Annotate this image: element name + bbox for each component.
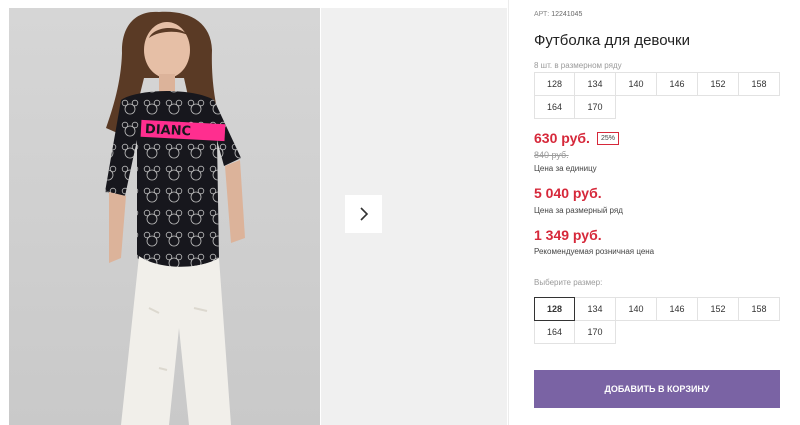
next-image-button[interactable] [345, 195, 382, 233]
size-picker: 128 134 140 146 152 158 164 170 [534, 297, 781, 344]
size-option-146[interactable]: 146 [656, 297, 698, 321]
pack-size-cell: 158 [738, 72, 780, 96]
pack-price-caption: Цена за размерный ряд [534, 206, 623, 215]
pack-size-cell: 128 [534, 72, 575, 96]
article-label: АРТ: [534, 11, 550, 18]
size-option-140[interactable]: 140 [615, 297, 657, 321]
article-number: АРТ: 12241045 [534, 11, 582, 18]
size-option-170[interactable]: 170 [574, 320, 616, 344]
pack-note: 8 шт. в размерном ряду [534, 61, 622, 70]
product-photo[interactable]: DIANC [9, 8, 320, 425]
retail-price: 1 349 руб. [534, 227, 602, 243]
pack-size-cell: 164 [534, 95, 575, 119]
pack-size-grid: 128 134 140 146 152 158 164 170 [534, 72, 781, 119]
pack-price: 5 040 руб. [534, 185, 602, 201]
unit-price: 630 руб. [534, 130, 590, 146]
discount-badge: 25% [596, 131, 619, 145]
size-option-158[interactable]: 158 [738, 297, 780, 321]
article-value: 12241045 [551, 11, 583, 18]
retail-price-caption: Рекомендуемая розничная цена [534, 247, 655, 256]
old-price: 840 руб. [534, 150, 569, 160]
size-option-152[interactable]: 152 [697, 297, 739, 321]
chevron-right-icon [359, 207, 368, 221]
column-divider [508, 0, 509, 425]
girl-in-tshirt-image: DIANC [9, 8, 320, 425]
shirt-print-text: DIANC [145, 122, 192, 139]
pack-size-cell: 140 [615, 72, 657, 96]
size-option-164[interactable]: 164 [534, 320, 575, 344]
pack-size-cell: 152 [697, 72, 739, 96]
pack-size-cell: 134 [574, 72, 616, 96]
unit-price-caption: Цена за единицу [534, 164, 597, 173]
product-gallery: DIANC [0, 0, 508, 425]
size-option-128[interactable]: 128 [534, 297, 575, 321]
add-to-cart-button[interactable]: ДОБАВИТЬ В КОРЗИНУ [534, 370, 780, 408]
product-title: Футболка для девочки [534, 32, 690, 49]
pack-size-cell: 146 [656, 72, 698, 96]
pack-size-cell: 170 [574, 95, 616, 119]
choose-size-label: Выберите размер: [534, 278, 603, 287]
size-option-134[interactable]: 134 [574, 297, 616, 321]
unit-price-row: 630 руб. 25% [534, 130, 619, 146]
